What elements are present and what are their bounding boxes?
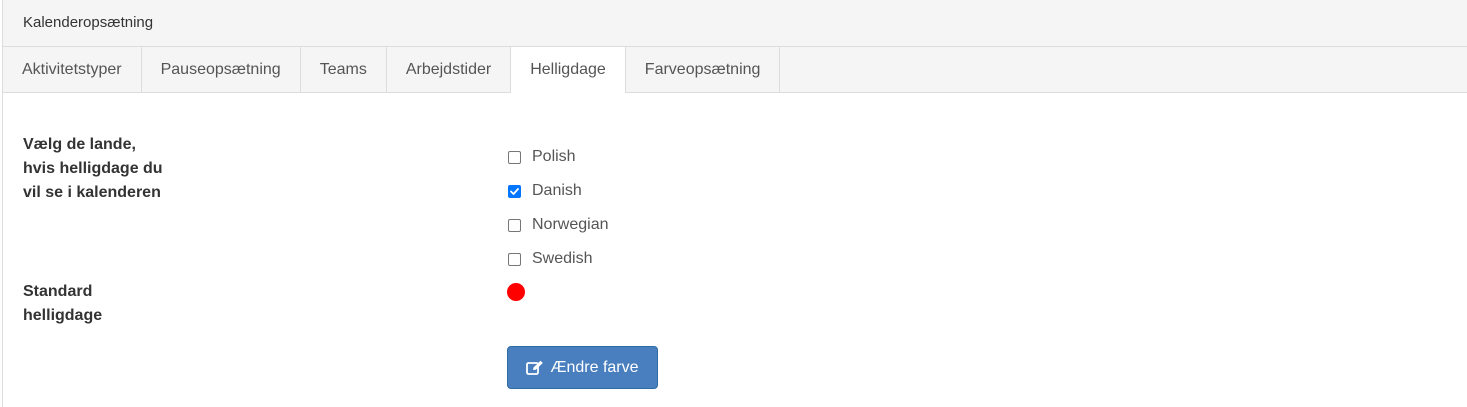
swedish-checkbox[interactable] <box>508 252 521 266</box>
country-option-swedish[interactable]: Swedish <box>508 242 608 276</box>
holiday-color-swatch <box>507 283 525 301</box>
tab-holidays[interactable]: Helligdage <box>510 47 626 93</box>
country-checkbox-list: Polish Danish Norwegian Swedish <box>508 140 608 276</box>
standard-holidays-label: Standard helligdage <box>23 280 193 328</box>
tab-teams[interactable]: Teams <box>301 47 387 92</box>
danish-label: Danish <box>532 182 582 199</box>
country-option-danish[interactable]: Danish <box>508 174 608 208</box>
tab-color-settings[interactable]: Farveopsætning <box>626 47 781 92</box>
danish-checkbox[interactable] <box>508 184 521 198</box>
countries-label: Vælg de lande, hvis helligdage du vil se… <box>23 133 193 205</box>
norwegian-label: Norwegian <box>532 216 609 233</box>
polish-checkbox[interactable] <box>508 150 521 164</box>
polish-label: Polish <box>532 148 576 165</box>
tab-working-hours[interactable]: Arbejdstider <box>387 47 512 92</box>
countries-label-line: hvis helligdage du <box>23 160 163 177</box>
checkmark-icon <box>510 187 519 195</box>
countries-label-line: Vælg de lande, <box>23 136 136 153</box>
tab-break-settings[interactable]: Pauseopsætning <box>142 47 301 92</box>
norwegian-checkbox[interactable] <box>508 218 521 232</box>
change-color-button[interactable]: Ændre farve <box>507 346 658 389</box>
standard-label-line: helligdage <box>23 307 103 324</box>
countries-label-line: vil se i kalenderen <box>23 184 161 201</box>
edit-icon <box>526 360 544 376</box>
country-option-norwegian[interactable]: Norwegian <box>508 208 608 242</box>
change-color-label: Ændre farve <box>550 358 639 376</box>
panel-title: Kalenderopsætning <box>3 0 1467 47</box>
swedish-label: Swedish <box>532 250 593 267</box>
calendar-settings-panel: Kalenderopsætning Aktivitetstyper Pauseo… <box>2 0 1467 407</box>
settings-tabs: Aktivitetstyper Pauseopsætning Teams Arb… <box>3 47 1467 93</box>
standard-label-line: Standard <box>23 283 93 300</box>
tab-activity-types[interactable]: Aktivitetstyper <box>3 47 142 92</box>
country-option-polish[interactable]: Polish <box>508 140 608 174</box>
